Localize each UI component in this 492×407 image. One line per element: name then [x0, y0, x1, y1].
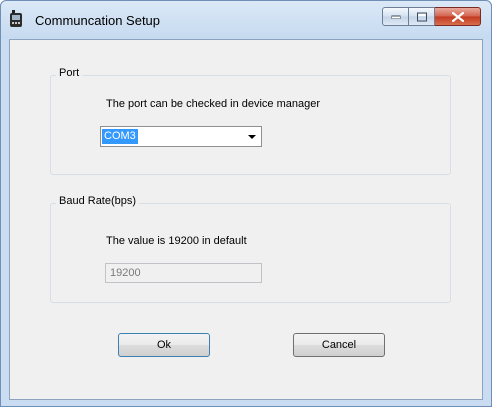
chevron-down-icon[interactable]: [248, 135, 256, 139]
baud-description: The value is 19200 in default: [106, 235, 247, 247]
port-description: The port can be checked in device manage…: [106, 98, 321, 110]
caption-buttons: [382, 7, 481, 27]
minimize-icon: [391, 15, 400, 19]
device-icon: [10, 10, 22, 27]
baud-rate-groupbox: Baud Rate(bps) The value is 19200 in def…: [50, 195, 451, 303]
baud-rate-field: 19200: [105, 263, 262, 283]
close-button[interactable]: [435, 7, 481, 26]
port-select-value: COM3: [102, 129, 138, 144]
ok-button[interactable]: Ok: [118, 333, 210, 357]
close-icon: [451, 11, 464, 22]
maximize-icon: [416, 12, 427, 21]
dialog-body: Port The port can be checked in device m…: [9, 39, 483, 400]
title-bar[interactable]: Communcation Setup: [1, 1, 491, 39]
port-groupbox: Port The port can be checked in device m…: [50, 67, 451, 175]
maximize-button[interactable]: [409, 7, 435, 26]
port-group-title: Port: [56, 67, 83, 79]
port-select[interactable]: COM3: [100, 126, 262, 147]
dialog-window: Communcation Setup Port The port can be …: [0, 0, 492, 407]
cancel-button[interactable]: Cancel: [293, 333, 385, 357]
minimize-button[interactable]: [382, 7, 409, 26]
baud-group-title: Baud Rate(bps): [56, 195, 140, 207]
window-title: Communcation Setup: [35, 13, 161, 28]
